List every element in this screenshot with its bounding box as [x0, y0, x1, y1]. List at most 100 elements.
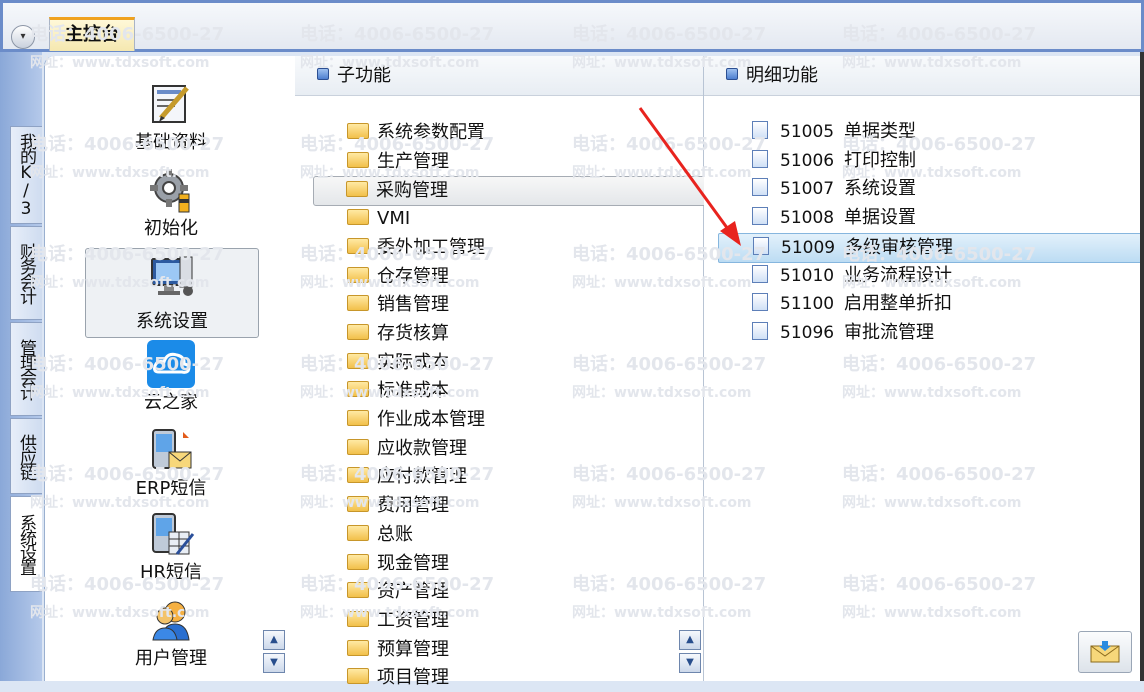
module-erp-sms-label: ERP短信 [135, 478, 207, 499]
sub-function-label: 应收款管理 [377, 437, 467, 459]
sub-function-label: 销售管理 [377, 294, 449, 316]
detail-function-item[interactable]: 51096 审批流管理 [752, 319, 934, 347]
computer-settings-icon [151, 256, 193, 296]
folder-icon [347, 352, 369, 369]
module-basic-data-label: 基础资料 [135, 132, 207, 153]
module-cloud-home[interactable]: 云之家 [85, 340, 257, 420]
top-bar: ▾ 主控台 [0, 0, 1144, 52]
sub-function-item[interactable]: 存货核算 [347, 320, 449, 348]
document-pen-icon [152, 85, 189, 123]
module-basic-data[interactable]: 基础资料 [85, 80, 257, 160]
folder-icon [346, 181, 368, 198]
document-icon [752, 178, 768, 197]
sub-function-label: 费用管理 [377, 495, 449, 517]
sub-function-label: 仓存管理 [377, 265, 449, 287]
detail-function-item[interactable]: 51007 系统设置 [752, 175, 916, 203]
function-code: 51007 [780, 179, 835, 200]
sub-function-item[interactable]: 实际成本 [347, 349, 449, 377]
module-system-settings-label: 系统设置 [136, 311, 208, 332]
vtab-management[interactable]: 管理会计 [10, 322, 42, 416]
sub-function-label: 工资管理 [377, 609, 449, 631]
sub-function-label: 预算管理 [377, 638, 449, 660]
sub-function-item[interactable]: 工资管理 [347, 607, 449, 635]
sub-function-label: 采购管理 [376, 180, 448, 202]
header-square-icon [726, 68, 738, 80]
sub-function-label: 标准成本 [377, 380, 449, 402]
sub-function-item[interactable]: 标准成本 [347, 377, 449, 405]
detail-function-item[interactable]: 51009 多级审核管理 [718, 232, 1144, 263]
function-name: 审批流管理 [844, 321, 934, 343]
phone-calc-icon [152, 513, 195, 555]
document-icon [752, 321, 768, 340]
folder-icon [347, 295, 369, 312]
sub-function-item[interactable]: 预算管理 [347, 636, 449, 664]
scroll-up-button[interactable]: ▲ [263, 630, 285, 650]
scroll-up-button[interactable]: ▲ [679, 630, 701, 650]
sub-function-item[interactable]: 费用管理 [347, 492, 449, 520]
detail-functions-header: 明细功能 [704, 56, 1140, 96]
function-code: 51009 [781, 237, 836, 258]
sub-function-item[interactable]: 项目管理 [347, 664, 449, 692]
module-initialization-label: 初始化 [144, 218, 198, 239]
detail-function-item[interactable]: 51005 单据类型 [752, 118, 916, 146]
sub-function-item[interactable]: 采购管理 [313, 176, 723, 207]
sub-function-item[interactable]: 作业成本管理 [347, 406, 485, 434]
function-code: 51006 [780, 150, 835, 171]
module-initialization[interactable]: 初始化 [85, 166, 257, 246]
function-code: 51010 [780, 265, 835, 286]
sub-function-item[interactable]: 现金管理 [347, 550, 449, 578]
sub-function-item[interactable]: 委外加工管理 [347, 234, 485, 262]
sub-function-item[interactable]: 应收款管理 [347, 435, 467, 463]
sub-function-label: 现金管理 [377, 552, 449, 574]
document-icon [752, 207, 768, 226]
scroll-down-button[interactable]: ▼ [679, 653, 701, 673]
detail-function-item[interactable]: 51100 启用整单折扣 [752, 290, 952, 318]
document-icon [752, 121, 768, 139]
sub-function-item[interactable]: 系统参数配置 [347, 119, 485, 147]
sub-function-item[interactable]: VMI [347, 205, 410, 233]
cloud-icon [147, 340, 195, 388]
sub-function-item[interactable]: 仓存管理 [347, 263, 449, 291]
detail-functions-panel: 明细功能 51005 单据类型 51006 打印控制 51007 系统设置 51008 单据设… [704, 56, 1144, 681]
vertical-tab-strip: 我的K/3 财务会计 管理会计 供应链 系统设置 [0, 52, 42, 681]
module-system-settings[interactable]: 系统设置 [85, 248, 259, 338]
sub-function-item[interactable]: 资产管理 [347, 578, 449, 606]
module-hr-sms[interactable]: HR短信 [85, 510, 257, 590]
sub-function-item[interactable]: 销售管理 [347, 291, 449, 319]
message-button[interactable] [1078, 631, 1132, 673]
dropdown-menu-button[interactable]: ▾ [11, 25, 35, 49]
vtab-finance[interactable]: 财务会计 [10, 226, 42, 320]
detail-function-item[interactable]: 51010 业务流程设计 [752, 262, 952, 290]
sub-function-label: 委外加工管理 [377, 236, 485, 258]
sub-function-label: 系统参数配置 [377, 122, 485, 143]
function-code: 51096 [780, 322, 835, 343]
users-icon [152, 601, 190, 641]
function-name: 单据类型 [844, 121, 916, 142]
sub-function-item[interactable]: 总账 [347, 521, 413, 549]
module-erp-sms[interactable]: ERP短信 [85, 426, 257, 506]
sub-function-label: 总账 [377, 523, 413, 545]
folder-icon [347, 639, 369, 656]
module-user-management[interactable]: 用户管理 [85, 596, 257, 676]
function-name: 业务流程设计 [844, 264, 952, 286]
module-panel: 基础资料 初始化 系统设置 云之家 ERP短信 HR短信 用户管理 ▲ ▼ [44, 56, 296, 681]
sub-function-label: 存货核算 [377, 322, 449, 344]
sub-function-item[interactable]: 生产管理 [347, 148, 449, 176]
sub-function-item[interactable]: 应付款管理 [347, 463, 467, 491]
function-name: 单据设置 [844, 207, 916, 229]
detail-function-item[interactable]: 51006 打印控制 [752, 147, 916, 175]
detail-function-item[interactable]: 51008 单据设置 [752, 204, 916, 232]
module-hr-sms-label: HR短信 [139, 562, 203, 583]
scroll-down-button[interactable]: ▼ [263, 653, 285, 673]
folder-icon [347, 410, 369, 426]
vtab-my-k3[interactable]: 我的K/3 [10, 126, 42, 224]
envelope-icon [1090, 641, 1120, 663]
tab-main-console[interactable]: 主控台 [49, 17, 135, 51]
module-scroll-controls: ▲ ▼ [263, 630, 285, 676]
function-name: 多级审核管理 [845, 236, 953, 258]
function-code: 51005 [780, 122, 835, 142]
vtab-system-settings[interactable]: 系统设置 [10, 496, 42, 592]
sub-function-label: 资产管理 [377, 581, 449, 603]
vtab-supply-chain[interactable]: 供应链 [10, 418, 42, 494]
phone-mail-icon [152, 429, 192, 469]
